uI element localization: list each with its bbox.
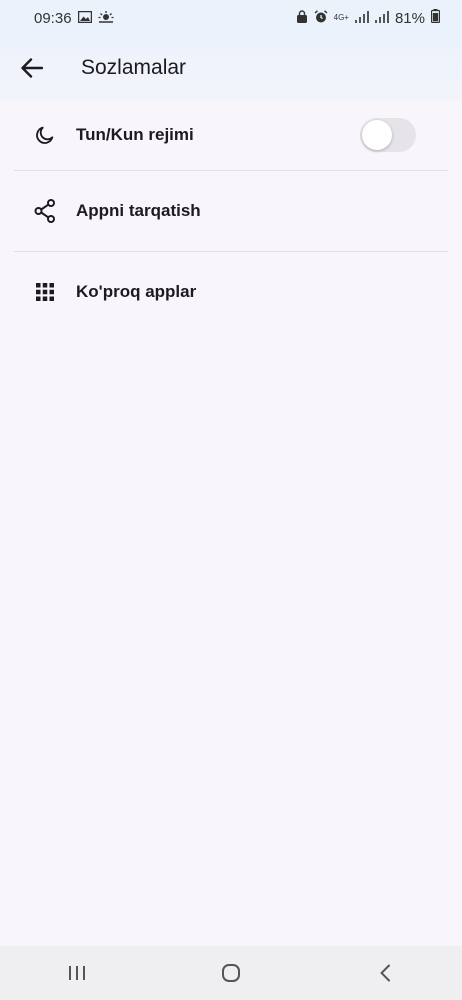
apps-grid-icon bbox=[33, 280, 57, 304]
home-icon bbox=[222, 964, 240, 982]
share-icon bbox=[33, 199, 57, 223]
back-button[interactable] bbox=[12, 48, 52, 88]
setting-item-dark-mode[interactable]: Tun/Kun rejimi bbox=[14, 100, 448, 171]
setting-label-more-apps: Ko'proq applar bbox=[76, 282, 197, 301]
alarm-icon bbox=[314, 9, 328, 27]
setting-label-share-app: Appni tarqatish bbox=[76, 201, 201, 220]
toggle-knob bbox=[362, 120, 392, 150]
dark-mode-toggle[interactable] bbox=[360, 118, 416, 152]
status-time: 09:36 bbox=[34, 9, 72, 27]
signal-icon bbox=[354, 10, 369, 27]
chevron-left-icon bbox=[380, 964, 390, 982]
setting-label-dark-mode: Tun/Kun rejimi bbox=[76, 125, 194, 144]
app-bar: Sozlamalar bbox=[0, 36, 462, 100]
system-nav-bar bbox=[0, 946, 462, 1000]
page-title: Sozlamalar bbox=[81, 56, 187, 79]
setting-item-share-app[interactable]: Appni tarqatish bbox=[14, 171, 448, 252]
gallery-icon bbox=[77, 10, 92, 27]
signal-icon-secondary bbox=[374, 10, 389, 27]
status-bar-right: 4G+ 81% bbox=[296, 9, 441, 27]
home-button[interactable] bbox=[201, 953, 261, 993]
system-back-button[interactable] bbox=[355, 953, 415, 993]
status-bar-left: 09:36 bbox=[34, 10, 114, 27]
moon-icon bbox=[33, 123, 57, 147]
settings-list: Tun/Kun rejimi Appni tarqatish Ko'proq a… bbox=[14, 100, 448, 332]
battery-percent: 81% bbox=[394, 9, 425, 27]
battery-icon bbox=[430, 9, 441, 27]
recent-apps-icon bbox=[69, 966, 85, 980]
setting-item-more-apps[interactable]: Ko'proq applar bbox=[14, 252, 448, 332]
recent-apps-button[interactable] bbox=[47, 953, 107, 993]
status-bar: 09:36 4G+ 81% bbox=[0, 0, 462, 36]
weather-icon bbox=[98, 10, 114, 27]
arrow-left-icon bbox=[21, 58, 43, 78]
lock-icon bbox=[296, 9, 308, 27]
network-type-label: 4G+ bbox=[333, 13, 349, 22]
